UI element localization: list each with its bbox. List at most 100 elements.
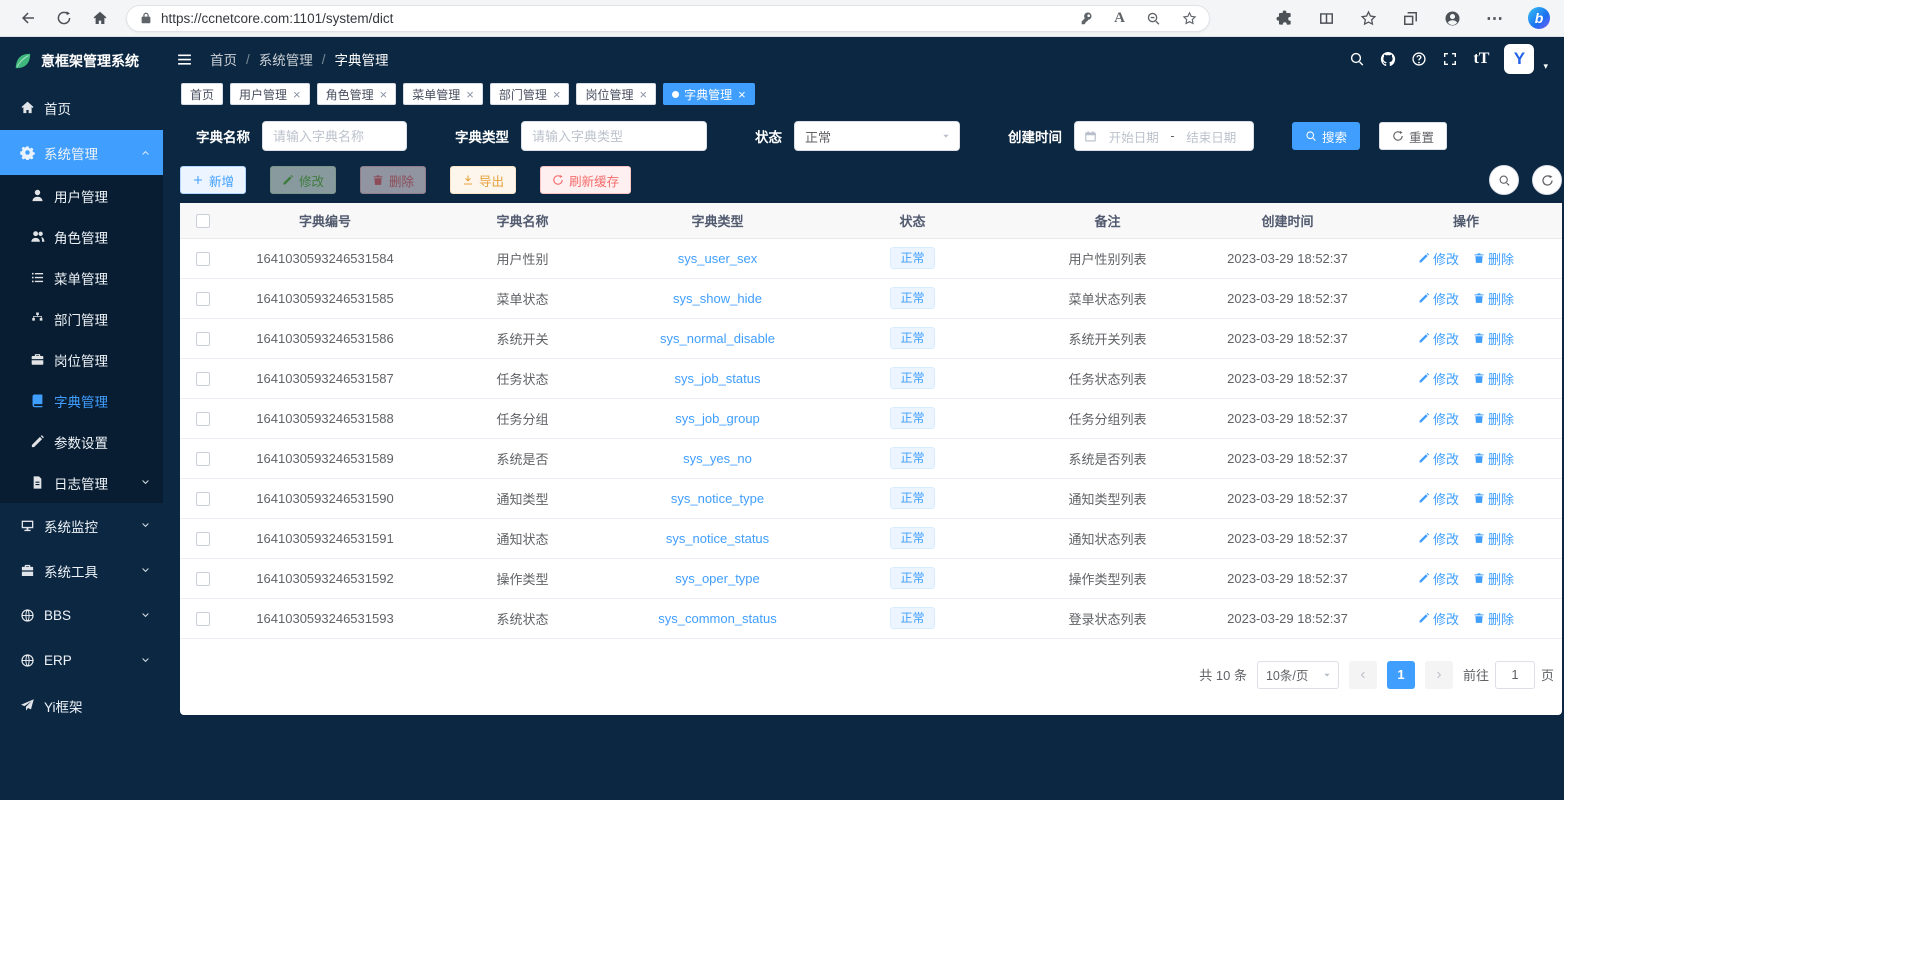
prev-page-button[interactable]: ‹ [1349,661,1377,689]
delete-link[interactable]: 删除 [1473,449,1514,468]
delete-link[interactable]: 删除 [1473,569,1514,588]
dict-type-link[interactable]: sys_show_hide [673,291,762,306]
delete-link[interactable]: 删除 [1473,369,1514,388]
sidebar-item-role[interactable]: 角色管理 [0,216,163,257]
back-button[interactable] [10,3,46,33]
search-icon[interactable] [1349,51,1365,67]
row-checkbox[interactable] [196,292,210,306]
add-favorite-icon[interactable] [1182,11,1197,26]
search-button[interactable]: 搜索 [1292,122,1360,150]
edit-link[interactable]: 修改 [1418,329,1459,348]
dict-type-input[interactable] [521,121,707,151]
dict-type-link[interactable]: sys_notice_type [671,491,764,506]
lock-icon[interactable] [139,11,153,25]
sidebar-item-config[interactable]: 参数设置 [0,421,163,462]
tab-role[interactable]: 角色管理× [317,83,397,105]
row-checkbox[interactable] [196,492,210,506]
dict-type-link[interactable]: sys_job_group [675,411,760,426]
refresh-cache-button[interactable]: 刷新缓存 [540,166,631,194]
delete-link[interactable]: 删除 [1473,489,1514,508]
delete-link[interactable]: 删除 [1473,289,1514,308]
delete-link[interactable]: 删除 [1473,249,1514,268]
more-icon[interactable]: ⋯ [1486,10,1503,27]
tab-user[interactable]: 用户管理× [230,83,310,105]
toggle-search-button[interactable] [1489,165,1519,195]
breadcrumb-item[interactable]: 系统管理 [259,49,313,69]
row-checkbox[interactable] [196,332,210,346]
tab-post[interactable]: 岗位管理× [576,83,656,105]
delete-link[interactable]: 删除 [1473,409,1514,428]
date-range-input[interactable]: 开始日期 - 结束日期 [1074,121,1254,151]
close-icon[interactable]: × [293,87,301,102]
github-icon[interactable] [1380,51,1396,67]
close-icon[interactable]: × [380,87,388,102]
dict-type-link[interactable]: sys_user_sex [678,251,757,266]
profile-icon[interactable] [1444,10,1461,27]
edit-link[interactable]: 修改 [1418,609,1459,628]
edit-link[interactable]: 修改 [1418,569,1459,588]
extensions-icon[interactable] [1276,10,1293,27]
dict-type-link[interactable]: sys_common_status [658,611,777,626]
zoom-out-icon[interactable] [1146,11,1161,26]
tab-home[interactable]: 首页 [181,83,223,105]
chevron-down-icon[interactable]: ▾ [1543,61,1548,72]
font-size-icon[interactable]: tT [1473,51,1489,67]
delete-button[interactable]: 删除 [360,166,426,194]
current-page-button[interactable]: 1 [1387,661,1415,689]
sidebar-item-post[interactable]: 岗位管理 [0,339,163,380]
dict-type-link[interactable]: sys_normal_disable [660,331,775,346]
row-checkbox[interactable] [196,412,210,426]
close-icon[interactable]: × [738,87,746,102]
row-checkbox[interactable] [196,372,210,386]
edit-link[interactable]: 修改 [1418,489,1459,508]
sidebar-item-log[interactable]: 日志管理 [0,462,163,503]
sidebar-item-home[interactable]: 首页 [0,85,163,130]
favorites-bar-icon[interactable] [1360,10,1377,27]
url-text[interactable]: https://ccnetcore.com:1101/system/dict [161,11,1070,26]
help-icon[interactable] [1411,51,1427,67]
fullscreen-icon[interactable] [1442,51,1458,67]
row-checkbox[interactable] [196,572,210,586]
page-size-select[interactable]: 10条/页 [1257,661,1339,689]
edit-link[interactable]: 修改 [1418,289,1459,308]
dict-name-input[interactable] [262,121,407,151]
read-aloud-icon[interactable]: A [1114,11,1125,26]
collections-icon[interactable] [1402,10,1419,27]
edit-link[interactable]: 修改 [1418,449,1459,468]
delete-link[interactable]: 删除 [1473,329,1514,348]
split-screen-icon[interactable] [1318,10,1335,27]
sidebar-item-dept[interactable]: 部门管理 [0,298,163,339]
status-select[interactable]: 正常 [794,121,960,151]
add-button[interactable]: 新增 [180,166,246,194]
row-checkbox[interactable] [196,532,210,546]
dict-type-link[interactable]: sys_job_status [675,371,761,386]
sidebar-item-menu[interactable]: 菜单管理 [0,257,163,298]
app-logo[interactable]: 意框架管理系统 [0,37,163,85]
sidebar-item-monitor[interactable]: 系统监控 [0,503,163,548]
user-avatar[interactable]: Y [1504,44,1534,74]
tab-dict[interactable]: 字典管理× [663,83,755,105]
edit-link[interactable]: 修改 [1418,409,1459,428]
select-all-checkbox[interactable] [196,214,210,228]
address-bar[interactable]: https://ccnetcore.com:1101/system/dict A [126,5,1210,32]
key-icon[interactable] [1078,11,1093,26]
edit-link[interactable]: 修改 [1418,529,1459,548]
row-checkbox[interactable] [196,452,210,466]
export-button[interactable]: 导出 [450,166,516,194]
edit-link[interactable]: 修改 [1418,369,1459,388]
edit-button[interactable]: 修改 [270,166,336,194]
refresh-table-button[interactable] [1532,165,1562,195]
row-checkbox[interactable] [196,252,210,266]
close-icon[interactable]: × [553,87,561,102]
sidebar-item-tool[interactable]: 系统工具 [0,548,163,593]
home-button[interactable] [82,3,118,33]
delete-link[interactable]: 删除 [1473,609,1514,628]
sidebar-item-dict[interactable]: 字典管理 [0,380,163,421]
edit-link[interactable]: 修改 [1418,249,1459,268]
breadcrumb-item[interactable]: 首页 [210,49,237,69]
sidebar-item-bbs[interactable]: BBS [0,593,163,638]
next-page-button[interactable]: › [1425,661,1453,689]
tab-menu[interactable]: 菜单管理× [403,83,483,105]
delete-link[interactable]: 删除 [1473,529,1514,548]
sidebar-item-system[interactable]: 系统管理 [0,130,163,175]
